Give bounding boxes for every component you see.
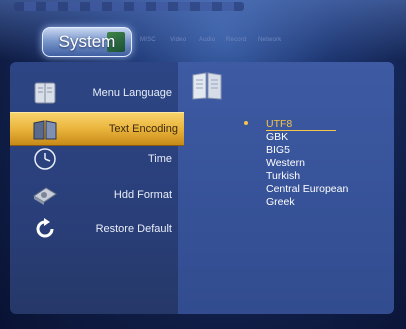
option-greek[interactable]: Greek xyxy=(266,196,348,209)
menu-item-label: Time xyxy=(147,153,172,165)
menu-item-hdd-format[interactable]: Hdd Format xyxy=(10,178,178,212)
selection-bullet xyxy=(244,121,248,125)
menu-item-time[interactable]: Time xyxy=(10,142,178,176)
tab-network[interactable]: Network xyxy=(258,37,281,43)
restore-arrow-icon xyxy=(36,218,54,238)
option-gbk[interactable]: GBK xyxy=(266,131,348,144)
menu-item-menu-language[interactable]: Menu Language xyxy=(10,76,178,110)
tab-audio[interactable]: Audio xyxy=(199,37,215,43)
book-preview-icon xyxy=(192,72,222,100)
option-central-european[interactable]: Central European xyxy=(266,183,348,196)
hard-drive-icon xyxy=(33,187,57,205)
book-icon xyxy=(34,82,56,104)
option-western[interactable]: Western xyxy=(266,157,348,170)
encoding-options: UTF8 GBK BIG5 Western Turkish Central Eu… xyxy=(266,118,348,209)
menu-item-restore-default[interactable]: Restore Default xyxy=(10,212,178,246)
menu-item-text-encoding[interactable]: Text Encoding xyxy=(10,112,184,146)
menu-item-label: Menu Language xyxy=(92,87,172,99)
selected-option-underline xyxy=(266,130,336,131)
osd-screen: System MISC Video Audio Record Network M… xyxy=(0,0,406,329)
tab-strip: System MISC Video Audio Record Network xyxy=(36,25,396,61)
menu-item-label: Text Encoding xyxy=(108,123,178,135)
tab-misc[interactable]: MISC xyxy=(140,37,156,43)
clock-icon xyxy=(34,148,56,170)
menu-item-label: Hdd Format xyxy=(113,189,172,201)
tab-record[interactable]: Record xyxy=(226,37,247,43)
option-turkish[interactable]: Turkish xyxy=(266,170,348,183)
book-open-icon xyxy=(33,120,57,140)
tab-system-label: System xyxy=(58,32,116,51)
tab-video[interactable]: Video xyxy=(170,37,186,43)
menu-item-label: Restore Default xyxy=(95,223,172,235)
option-big5[interactable]: BIG5 xyxy=(266,144,348,157)
tab-system[interactable]: System xyxy=(42,27,132,57)
top-decor-bar xyxy=(14,2,244,11)
